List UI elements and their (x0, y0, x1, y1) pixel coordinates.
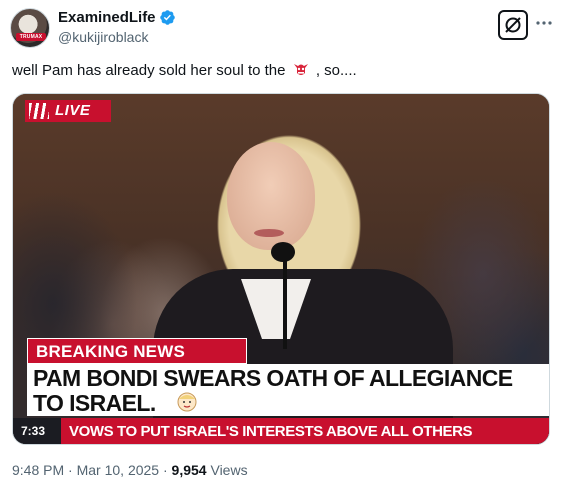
more-options-icon[interactable] (532, 11, 556, 35)
breaking-news-banner: BREAKING NEWS (27, 338, 247, 364)
tweet-header: TRUMAX ExaminedLife @kukijiroblack (10, 8, 558, 48)
display-name[interactable]: ExaminedLife (58, 9, 156, 26)
grok-icon (505, 17, 521, 33)
news-ticker: 7:33 VOWS TO PUT ISRAEL'S INTERESTS ABOV… (13, 418, 549, 444)
headline-box: PAM BONDI SWEARS OATH OF ALLEGIANCE TO I… (27, 364, 549, 416)
views-count: 9,954 (171, 462, 207, 478)
tweet-image[interactable]: LIVE BREAKING NEWS PAM BONDI SWEARS OATH… (12, 93, 550, 445)
ticker-text: VOWS TO PUT ISRAEL'S INTERESTS ABOVE ALL… (69, 423, 473, 440)
display-name-row: ExaminedLife (58, 8, 176, 27)
live-bars-icon (29, 103, 49, 119)
headline-line-2: TO ISRAEL. (33, 390, 156, 416)
views-label: Views (210, 462, 248, 478)
tweet-date[interactable]: Mar 10, 2025 (77, 462, 160, 478)
ticker-bar: VOWS TO PUT ISRAEL'S INTERESTS ABOVE ALL… (61, 418, 549, 444)
headline-line-1: PAM BONDI SWEARS OATH OF ALLEGIANCE (33, 365, 513, 391)
breaking-news-label: BREAKING NEWS (36, 342, 185, 361)
tweet-time[interactable]: 9:48 PM (12, 462, 64, 478)
cartoon-face-icon (177, 392, 197, 412)
author-names: ExaminedLife @kukijiroblack (58, 8, 176, 45)
ticker-time: 7:33 (21, 424, 46, 438)
verified-badge-icon[interactable] (159, 9, 176, 26)
live-label: LIVE (55, 102, 91, 119)
avatar-badge: TRUMAX (16, 33, 46, 41)
live-badge: LIVE (25, 100, 111, 122)
avatar[interactable]: TRUMAX (10, 8, 50, 48)
meta-separator: · (68, 462, 73, 478)
meta-separator-2: · (162, 462, 168, 478)
microphone-stem (283, 254, 287, 349)
tweet-text-after: , so.... (315, 62, 357, 79)
tweet-text-before: well Pam has already sold her soul to th… (12, 62, 286, 79)
tweet-text: well Pam has already sold her soul to th… (12, 60, 357, 79)
microphone-icon (271, 242, 295, 262)
goblin-emoji-icon (293, 64, 308, 75)
author-handle[interactable]: @kukijiroblack (58, 29, 176, 45)
tweet-metadata: 9:48 PM · Mar 10, 2025 · 9,954 Views (12, 462, 248, 478)
person-mouth (254, 229, 284, 237)
grok-button[interactable] (498, 10, 528, 40)
